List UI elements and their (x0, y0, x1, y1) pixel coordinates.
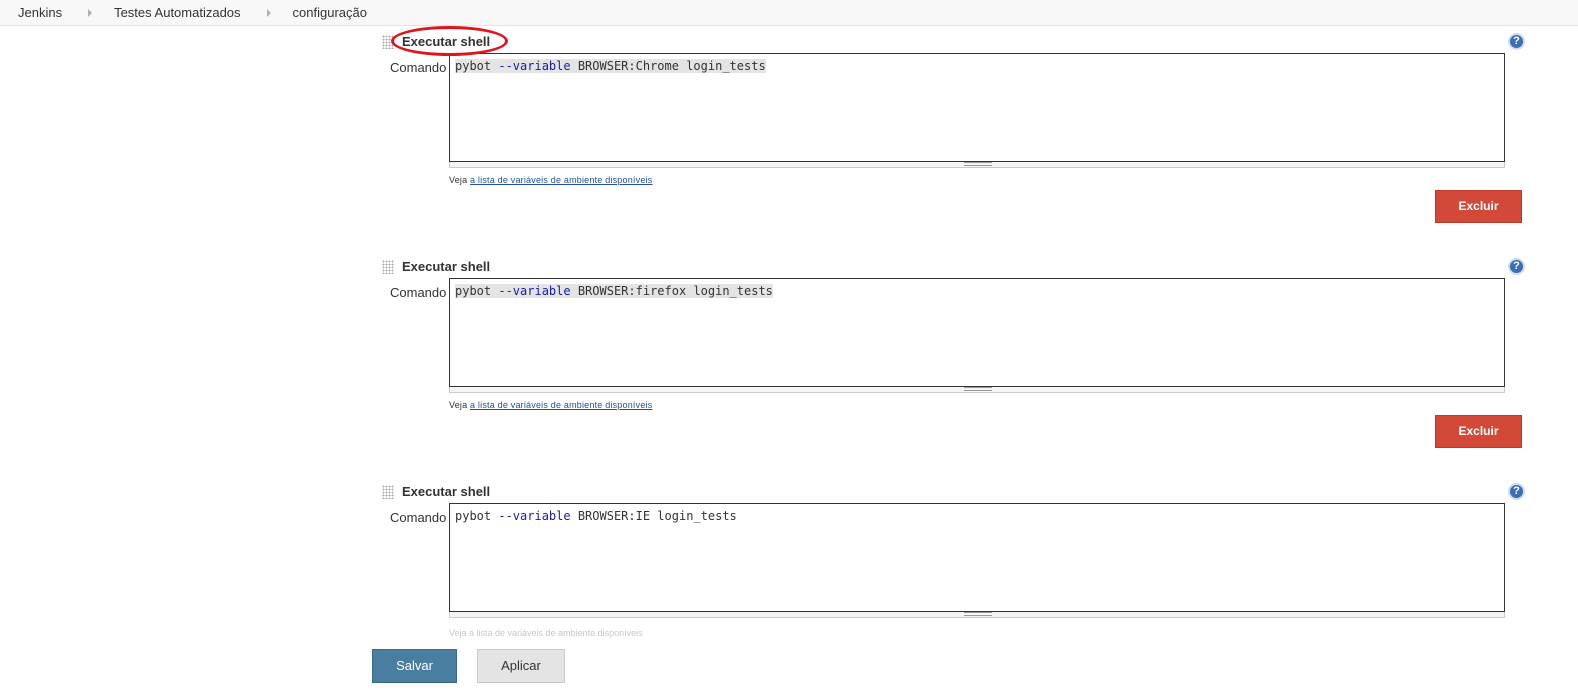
env-vars-hint: Veja a lista de variáveis de ambiente di… (449, 175, 653, 185)
command-textarea[interactable]: pybot --variable BROWSER:IE login_tests (449, 503, 1505, 612)
step-title: Executar shell (402, 34, 491, 49)
command-textarea[interactable]: pybot --variable BROWSER:Chrome login_te… (449, 53, 1505, 162)
command-text: pybot --variable BROWSER:IE login_tests (455, 509, 737, 523)
apply-button[interactable]: Aplicar (477, 649, 565, 683)
help-icon[interactable]: ? (1508, 258, 1525, 275)
drag-handle-icon[interactable] (382, 260, 394, 274)
breadcrumb: Jenkins Testes Automatizados configuraçã… (0, 0, 1578, 26)
drag-handle-icon[interactable] (382, 35, 394, 49)
command-textarea[interactable]: pybot --variable BROWSER:firefox login_t… (449, 278, 1505, 387)
env-vars-link[interactable]: a lista de variáveis de ambiente disponí… (470, 400, 652, 410)
env-vars-hint-faded: Veja a lista de variáveis de ambiente di… (449, 628, 643, 638)
drag-handle-icon[interactable] (382, 485, 394, 499)
command-label: Comando (390, 60, 447, 75)
breadcrumb-separator-icon (88, 8, 93, 17)
help-icon[interactable]: ? (1508, 483, 1525, 500)
delete-button[interactable]: Excluir (1435, 190, 1522, 223)
textarea-resize-handle[interactable] (449, 162, 1505, 168)
command-label: Comando (390, 285, 447, 300)
env-vars-hint: Veja a lista de variáveis de ambiente di… (449, 400, 653, 410)
command-label: Comando (390, 510, 447, 525)
command-text: pybot --variable BROWSER:firefox login_t… (455, 284, 773, 298)
resize-grip-icon (964, 612, 992, 616)
command-text: pybot --variable BROWSER:Chrome login_te… (455, 59, 766, 73)
save-button[interactable]: Salvar (372, 649, 457, 683)
breadcrumb-item-jenkins[interactable]: Jenkins (18, 5, 62, 20)
resize-grip-icon (964, 162, 992, 166)
breadcrumb-item-configuration[interactable]: configuração (293, 5, 367, 20)
step-title: Executar shell (402, 259, 491, 274)
textarea-resize-handle[interactable] (449, 387, 1505, 393)
textarea-resize-handle[interactable] (449, 612, 1505, 618)
breadcrumb-separator-icon (266, 8, 271, 17)
env-vars-link[interactable]: a lista de variáveis de ambiente disponí… (470, 175, 652, 185)
delete-button[interactable]: Excluir (1435, 415, 1522, 448)
resize-grip-icon (964, 387, 992, 391)
step-title: Executar shell (402, 484, 491, 499)
breadcrumb-item-project[interactable]: Testes Automatizados (114, 5, 240, 20)
help-icon[interactable]: ? (1508, 33, 1525, 50)
